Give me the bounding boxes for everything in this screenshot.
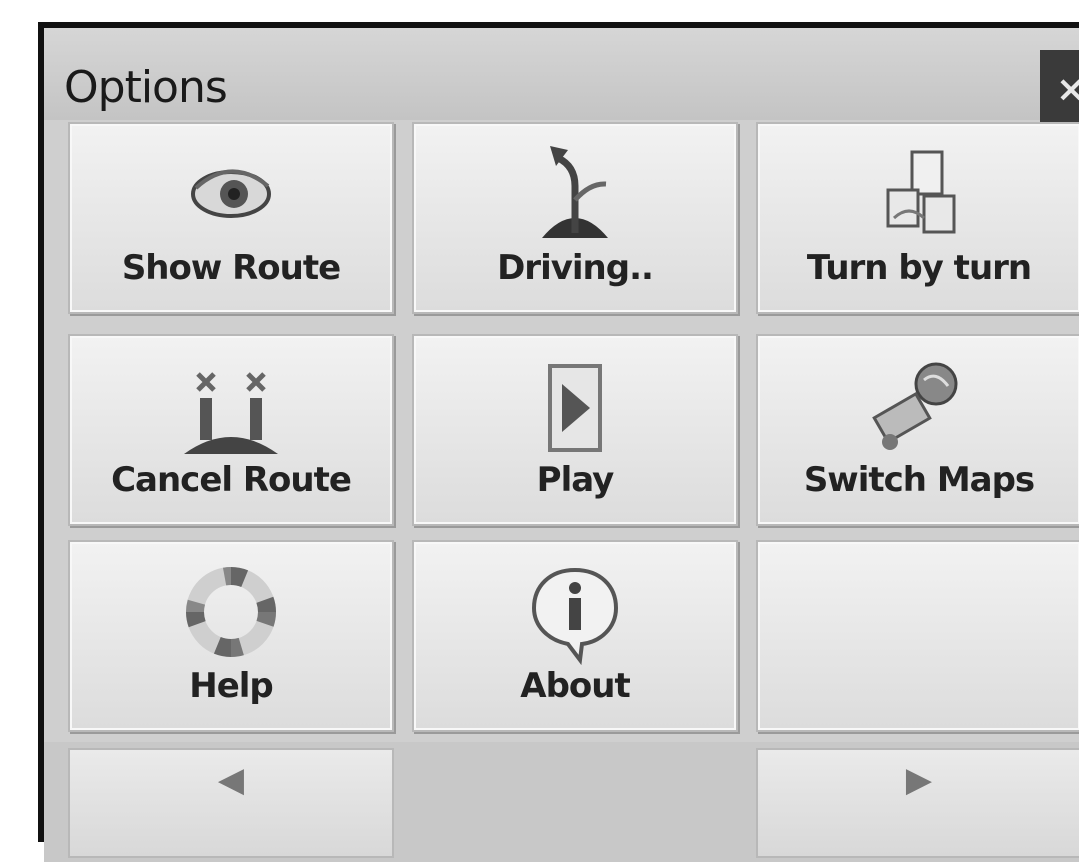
help-button[interactable]: Help [68, 540, 394, 732]
options-window: Options × Show Route Driving.. Turn by t… [38, 22, 1079, 862]
info-icon [531, 567, 619, 666]
globe-icon [872, 362, 958, 450]
cancel-route-icon [184, 372, 278, 454]
play-icon [548, 364, 602, 452]
cancel-route-button[interactable]: Cancel Route [68, 334, 394, 526]
turn-list-icon [886, 150, 956, 234]
tile-label: About [520, 666, 630, 706]
tile-label: Play [536, 460, 615, 500]
play-button[interactable]: Play [412, 334, 738, 526]
tile-label: Cancel Route [111, 460, 352, 500]
window-title: Options [64, 62, 228, 113]
chevron-right-icon: ▶ [905, 760, 933, 800]
tile-label: Turn by turn [806, 248, 1032, 288]
turn-by-turn-button[interactable]: Turn by turn [756, 122, 1079, 314]
show-route-button[interactable]: Show Route [68, 122, 394, 314]
tile-label: Show Route [121, 248, 341, 288]
lifebuoy-icon [186, 567, 276, 657]
next-page-button[interactable]: ▶ [756, 748, 1079, 858]
empty-tile [756, 540, 1079, 732]
tile-label: Help [189, 666, 274, 706]
switch-maps-button[interactable]: Switch Maps [756, 334, 1079, 526]
about-button[interactable]: About [412, 540, 738, 732]
arrow-road-icon [542, 146, 608, 238]
eye-icon [191, 169, 271, 218]
title-bar: Options × [44, 28, 1079, 130]
page-navigation-bar: ◀ ▶ [44, 742, 1079, 862]
close-button[interactable]: × [1040, 50, 1079, 130]
tile-label: Driving.. [497, 248, 654, 288]
chevron-left-icon: ◀ [217, 760, 245, 800]
driving-button[interactable]: Driving.. [412, 122, 738, 314]
previous-page-button[interactable]: ◀ [68, 748, 394, 858]
tile-label: Switch Maps [803, 460, 1035, 500]
